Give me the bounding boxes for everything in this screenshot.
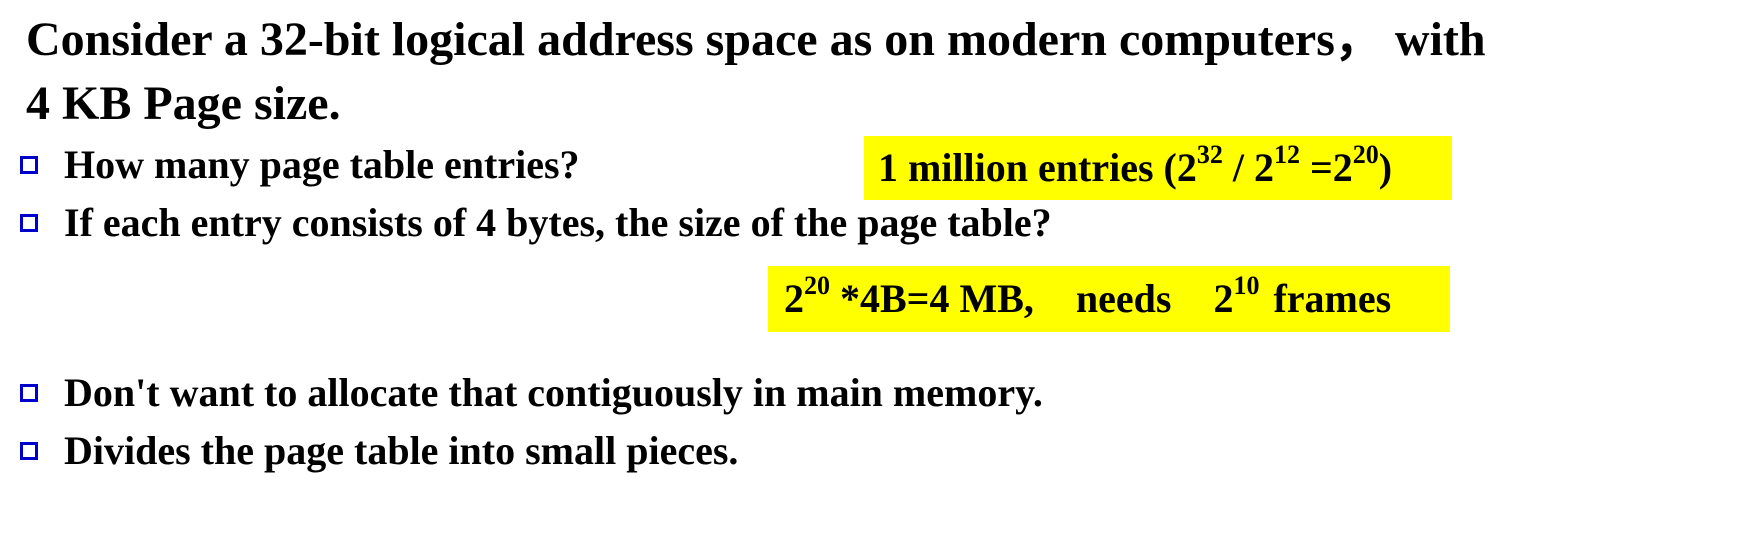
bullet-item-divide: Divides the page table into small pieces…	[20, 426, 738, 476]
answer-highlight-size: 220 *4B=4 MB, needs 210 frames	[768, 266, 1450, 332]
slide-heading: Consider a 32-bit logical address space …	[26, 8, 1726, 136]
answer-text: 1 million entries (232 / 212 =220)	[878, 139, 1393, 190]
bullet-text: If each entry consists of 4 bytes, the s…	[64, 200, 1052, 245]
square-bullet-icon	[20, 384, 38, 402]
heading-line-1: Consider a 32-bit logical address space …	[26, 13, 1486, 66]
bullet-item-contiguous: Don't want to allocate that contiguously…	[20, 368, 1043, 418]
square-bullet-icon	[20, 442, 38, 460]
square-bullet-icon	[20, 156, 38, 174]
square-bullet-icon	[20, 214, 38, 232]
bullet-item-page-table-size: If each entry consists of 4 bytes, the s…	[20, 198, 1052, 248]
bullet-text: Don't want to allocate that contiguously…	[64, 370, 1043, 415]
bullet-text: Divides the page table into small pieces…	[64, 428, 739, 473]
bullet-item-page-table-entries: How many page table entries?	[20, 140, 580, 190]
answer-text: 220 *4B=4 MB, needs 210 frames	[784, 270, 1392, 321]
bullet-text: How many page table entries?	[64, 142, 580, 187]
answer-highlight-entries: 1 million entries (232 / 212 =220)	[864, 136, 1452, 200]
heading-line-2: 4 KB Page size.	[26, 77, 341, 130]
